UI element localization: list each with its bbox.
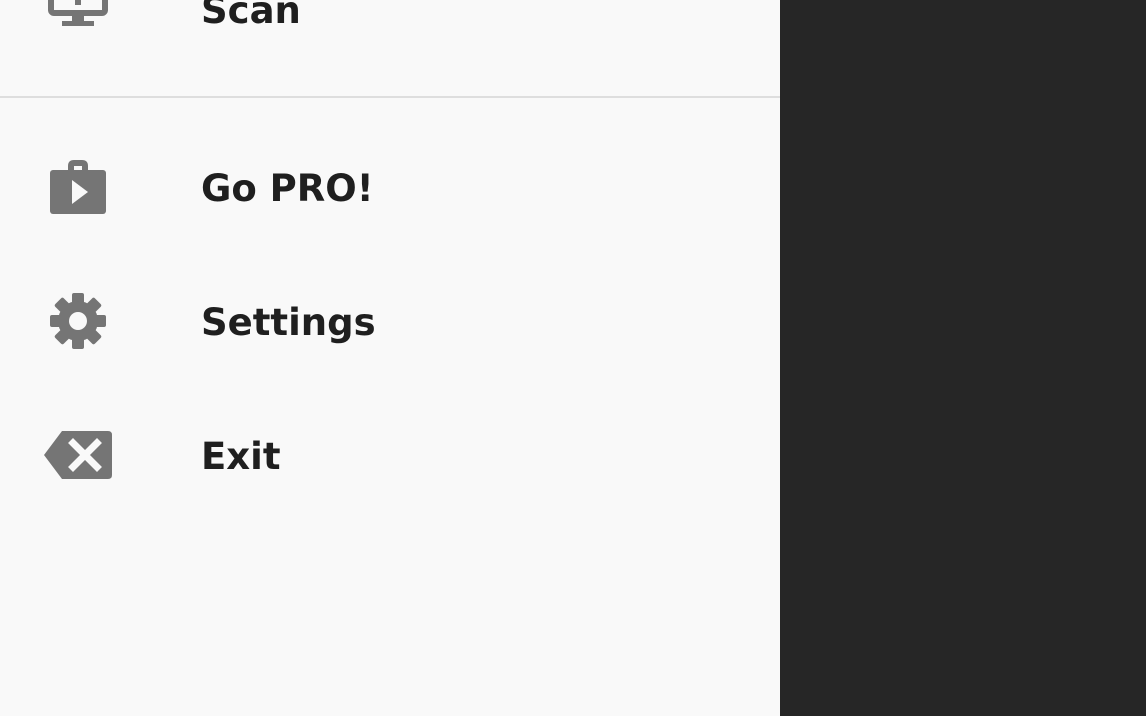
drawer-item-scan-label: Scan <box>201 0 301 32</box>
drawer-item-scan[interactable]: Scan <box>0 0 780 61</box>
drawer-item-settings[interactable]: Settings <box>0 255 780 389</box>
drawer-item-exit[interactable]: Exit <box>0 389 780 523</box>
drawer-scrim-overlay[interactable] <box>780 0 1146 716</box>
drawer-item-go-pro[interactable]: Go PRO! <box>0 121 780 255</box>
drawer-item-go-pro-label: Go PRO! <box>201 167 374 210</box>
navigation-drawer: Scan Go PRO! Settings Exit <box>0 0 780 716</box>
app-screen: Scan Go PRO! Settings Exit <box>0 0 1146 716</box>
drawer-item-exit-label: Exit <box>201 435 281 478</box>
drawer-divider <box>0 96 780 98</box>
scan-icon <box>42 0 114 29</box>
shop-icon <box>42 158 114 218</box>
drawer-item-settings-label: Settings <box>201 301 376 344</box>
gear-icon <box>42 291 114 351</box>
backspace-icon <box>42 425 114 485</box>
